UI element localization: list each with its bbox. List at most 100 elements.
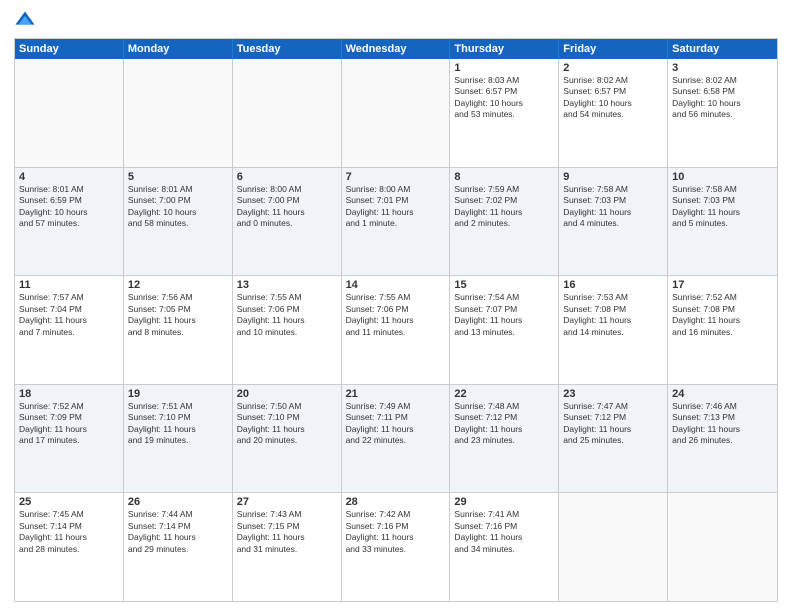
day-info: Sunrise: 8:02 AM Sunset: 6:57 PM Dayligh… [563,75,663,121]
day-info: Sunrise: 7:52 AM Sunset: 7:08 PM Dayligh… [672,292,773,338]
day-number: 29 [454,496,554,508]
day-number: 26 [128,496,228,508]
calendar-cell: 21Sunrise: 7:49 AM Sunset: 7:11 PM Dayli… [342,385,451,493]
day-number: 21 [346,388,446,400]
day-info: Sunrise: 7:43 AM Sunset: 7:15 PM Dayligh… [237,509,337,555]
day-info: Sunrise: 7:42 AM Sunset: 7:16 PM Dayligh… [346,509,446,555]
day-info: Sunrise: 7:55 AM Sunset: 7:06 PM Dayligh… [346,292,446,338]
day-info: Sunrise: 8:03 AM Sunset: 6:57 PM Dayligh… [454,75,554,121]
calendar-cell: 19Sunrise: 7:51 AM Sunset: 7:10 PM Dayli… [124,385,233,493]
day-info: Sunrise: 8:00 AM Sunset: 7:01 PM Dayligh… [346,184,446,230]
calendar-cell [233,59,342,167]
day-info: Sunrise: 7:56 AM Sunset: 7:05 PM Dayligh… [128,292,228,338]
calendar-cell: 2Sunrise: 8:02 AM Sunset: 6:57 PM Daylig… [559,59,668,167]
calendar-cell: 8Sunrise: 7:59 AM Sunset: 7:02 PM Daylig… [450,168,559,276]
calendar-cell: 24Sunrise: 7:46 AM Sunset: 7:13 PM Dayli… [668,385,777,493]
day-number: 25 [19,496,119,508]
day-number: 13 [237,279,337,291]
calendar-cell [15,59,124,167]
day-number: 19 [128,388,228,400]
calendar-cell: 23Sunrise: 7:47 AM Sunset: 7:12 PM Dayli… [559,385,668,493]
calendar-cell: 22Sunrise: 7:48 AM Sunset: 7:12 PM Dayli… [450,385,559,493]
day-number: 10 [672,171,773,183]
calendar-cell: 4Sunrise: 8:01 AM Sunset: 6:59 PM Daylig… [15,168,124,276]
calendar-cell [559,493,668,601]
calendar-cell: 29Sunrise: 7:41 AM Sunset: 7:16 PM Dayli… [450,493,559,601]
day-info: Sunrise: 8:00 AM Sunset: 7:00 PM Dayligh… [237,184,337,230]
day-info: Sunrise: 7:49 AM Sunset: 7:11 PM Dayligh… [346,401,446,447]
day-info: Sunrise: 7:58 AM Sunset: 7:03 PM Dayligh… [672,184,773,230]
day-number: 24 [672,388,773,400]
header [14,10,778,32]
day-number: 18 [19,388,119,400]
calendar-cell: 18Sunrise: 7:52 AM Sunset: 7:09 PM Dayli… [15,385,124,493]
day-number: 4 [19,171,119,183]
day-number: 5 [128,171,228,183]
day-info: Sunrise: 7:45 AM Sunset: 7:14 PM Dayligh… [19,509,119,555]
calendar: SundayMondayTuesdayWednesdayThursdayFrid… [14,38,778,602]
calendar-cell: 3Sunrise: 8:02 AM Sunset: 6:58 PM Daylig… [668,59,777,167]
calendar-cell [124,59,233,167]
calendar-header: SundayMondayTuesdayWednesdayThursdayFrid… [15,39,777,59]
header-cell-sunday: Sunday [15,39,124,59]
day-info: Sunrise: 7:46 AM Sunset: 7:13 PM Dayligh… [672,401,773,447]
calendar-cell: 9Sunrise: 7:58 AM Sunset: 7:03 PM Daylig… [559,168,668,276]
day-number: 11 [19,279,119,291]
day-number: 7 [346,171,446,183]
logo-icon [14,10,36,32]
calendar-cell: 7Sunrise: 8:00 AM Sunset: 7:01 PM Daylig… [342,168,451,276]
calendar-cell: 10Sunrise: 7:58 AM Sunset: 7:03 PM Dayli… [668,168,777,276]
day-number: 9 [563,171,663,183]
day-info: Sunrise: 7:52 AM Sunset: 7:09 PM Dayligh… [19,401,119,447]
calendar-week-5: 25Sunrise: 7:45 AM Sunset: 7:14 PM Dayli… [15,493,777,601]
calendar-week-4: 18Sunrise: 7:52 AM Sunset: 7:09 PM Dayli… [15,385,777,494]
day-number: 8 [454,171,554,183]
logo [14,10,39,32]
calendar-cell: 12Sunrise: 7:56 AM Sunset: 7:05 PM Dayli… [124,276,233,384]
calendar-cell: 13Sunrise: 7:55 AM Sunset: 7:06 PM Dayli… [233,276,342,384]
calendar-cell: 11Sunrise: 7:57 AM Sunset: 7:04 PM Dayli… [15,276,124,384]
day-info: Sunrise: 7:44 AM Sunset: 7:14 PM Dayligh… [128,509,228,555]
calendar-cell: 15Sunrise: 7:54 AM Sunset: 7:07 PM Dayli… [450,276,559,384]
calendar-cell: 28Sunrise: 7:42 AM Sunset: 7:16 PM Dayli… [342,493,451,601]
day-number: 23 [563,388,663,400]
day-info: Sunrise: 7:41 AM Sunset: 7:16 PM Dayligh… [454,509,554,555]
calendar-week-1: 1Sunrise: 8:03 AM Sunset: 6:57 PM Daylig… [15,59,777,168]
day-info: Sunrise: 7:59 AM Sunset: 7:02 PM Dayligh… [454,184,554,230]
calendar-cell: 20Sunrise: 7:50 AM Sunset: 7:10 PM Dayli… [233,385,342,493]
day-number: 6 [237,171,337,183]
day-number: 3 [672,62,773,74]
day-info: Sunrise: 8:01 AM Sunset: 6:59 PM Dayligh… [19,184,119,230]
day-number: 16 [563,279,663,291]
day-number: 14 [346,279,446,291]
day-number: 20 [237,388,337,400]
day-number: 22 [454,388,554,400]
day-number: 27 [237,496,337,508]
page: SundayMondayTuesdayWednesdayThursdayFrid… [0,0,792,612]
calendar-cell: 26Sunrise: 7:44 AM Sunset: 7:14 PM Dayli… [124,493,233,601]
calendar-cell [668,493,777,601]
day-number: 17 [672,279,773,291]
day-info: Sunrise: 7:55 AM Sunset: 7:06 PM Dayligh… [237,292,337,338]
header-cell-tuesday: Tuesday [233,39,342,59]
calendar-cell: 27Sunrise: 7:43 AM Sunset: 7:15 PM Dayli… [233,493,342,601]
header-cell-saturday: Saturday [668,39,777,59]
day-number: 28 [346,496,446,508]
header-cell-friday: Friday [559,39,668,59]
day-info: Sunrise: 7:47 AM Sunset: 7:12 PM Dayligh… [563,401,663,447]
calendar-body: 1Sunrise: 8:03 AM Sunset: 6:57 PM Daylig… [15,59,777,601]
calendar-cell [342,59,451,167]
day-number: 15 [454,279,554,291]
calendar-cell: 25Sunrise: 7:45 AM Sunset: 7:14 PM Dayli… [15,493,124,601]
calendar-cell: 16Sunrise: 7:53 AM Sunset: 7:08 PM Dayli… [559,276,668,384]
day-info: Sunrise: 7:50 AM Sunset: 7:10 PM Dayligh… [237,401,337,447]
day-info: Sunrise: 8:01 AM Sunset: 7:00 PM Dayligh… [128,184,228,230]
calendar-week-3: 11Sunrise: 7:57 AM Sunset: 7:04 PM Dayli… [15,276,777,385]
calendar-cell: 14Sunrise: 7:55 AM Sunset: 7:06 PM Dayli… [342,276,451,384]
day-info: Sunrise: 7:58 AM Sunset: 7:03 PM Dayligh… [563,184,663,230]
header-cell-monday: Monday [124,39,233,59]
day-info: Sunrise: 7:57 AM Sunset: 7:04 PM Dayligh… [19,292,119,338]
calendar-cell: 1Sunrise: 8:03 AM Sunset: 6:57 PM Daylig… [450,59,559,167]
header-cell-thursday: Thursday [450,39,559,59]
calendar-cell: 5Sunrise: 8:01 AM Sunset: 7:00 PM Daylig… [124,168,233,276]
